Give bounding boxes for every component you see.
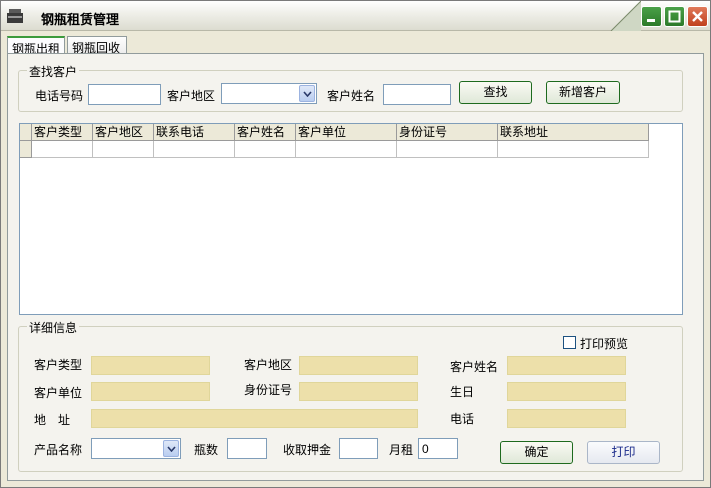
phone-label: 电话号码 (35, 89, 84, 103)
name-input[interactable] (383, 84, 451, 105)
monthly-rent-label: 月租 (389, 443, 414, 457)
table-cell[interactable] (154, 141, 235, 158)
customer-grid[interactable]: 客户类型 客户地区 联系电话 客户姓名 客户单位 身份证号 联系地址 (19, 123, 683, 315)
maximize-button[interactable] (664, 6, 685, 27)
region-label: 客户地区 (167, 89, 216, 103)
phone-input[interactable] (88, 84, 161, 105)
address-field (91, 409, 418, 428)
maximize-icon (668, 10, 681, 23)
product-dropdown-button[interactable] (163, 440, 179, 457)
bottle-count-label: 瓶数 (194, 443, 219, 457)
table-cell[interactable] (93, 141, 154, 158)
customer-company-field (91, 382, 210, 401)
new-customer-button[interactable]: 新增客户 (546, 81, 620, 104)
titlebar-decoration (610, 1, 641, 31)
find-button[interactable]: 查找 (459, 81, 532, 104)
region-select[interactable] (221, 83, 317, 104)
customer-name-field (507, 356, 626, 375)
customer-name-label: 客户姓名 (450, 360, 499, 374)
table-cell[interactable] (498, 141, 649, 158)
print-preview-label: 打印预览 (580, 337, 629, 351)
monthly-rent-input[interactable] (418, 438, 458, 459)
phone-detail-field (507, 409, 626, 428)
table-cell[interactable] (32, 141, 93, 158)
bottle-count-input[interactable] (227, 438, 267, 459)
grid-corner (20, 124, 32, 141)
address-label: 地 址 (34, 413, 71, 427)
phone-detail-label: 电话 (450, 412, 475, 426)
main-window: 钢瓶租赁管理 钢瓶出租 钢瓶回收 查找客户 电话号码 客户地区 客户姓名 查找 … (0, 0, 711, 488)
deposit-input[interactable] (339, 438, 378, 459)
birthday-label: 生日 (450, 385, 475, 399)
customer-region-field (299, 356, 418, 375)
id-number-label: 身份证号 (244, 383, 293, 397)
search-group-title: 查找客户 (27, 63, 80, 80)
table-cell[interactable] (296, 141, 397, 158)
customer-region-label: 客户地区 (244, 358, 293, 372)
print-button[interactable]: 打印 (587, 441, 660, 464)
table-cell[interactable] (397, 141, 498, 158)
chevron-down-icon (303, 91, 312, 97)
table-cell[interactable] (235, 141, 296, 158)
column-header[interactable]: 联系电话 (154, 124, 235, 141)
row-selector[interactable] (20, 141, 32, 158)
minimize-icon (647, 19, 655, 22)
customer-type-field (91, 356, 210, 375)
column-header[interactable]: 联系地址 (498, 124, 649, 141)
tab-recycle[interactable]: 钢瓶回收 (67, 36, 127, 55)
confirm-button[interactable]: 确定 (500, 441, 573, 464)
birthday-field (507, 382, 626, 401)
name-label: 客户姓名 (327, 89, 376, 103)
column-header[interactable]: 客户姓名 (235, 124, 296, 141)
product-select[interactable] (91, 438, 181, 459)
window-title: 钢瓶租赁管理 (41, 13, 120, 28)
chevron-down-icon (167, 446, 176, 452)
column-header[interactable]: 客户类型 (32, 124, 93, 141)
close-button[interactable] (687, 6, 708, 27)
title-bar[interactable]: 钢瓶租赁管理 (1, 1, 710, 31)
product-label: 产品名称 (34, 443, 83, 457)
column-header[interactable]: 客户地区 (93, 124, 154, 141)
customer-company-label: 客户单位 (34, 386, 83, 400)
detail-group-title: 详细信息 (27, 319, 80, 336)
column-header[interactable]: 客户单位 (296, 124, 397, 141)
column-header[interactable]: 身份证号 (397, 124, 498, 141)
toolbox-icon (7, 9, 23, 23)
id-number-field (299, 382, 418, 401)
deposit-label: 收取押金 (283, 443, 332, 457)
print-preview-checkbox[interactable] (563, 336, 576, 349)
region-dropdown-button[interactable] (299, 85, 315, 102)
customer-type-label: 客户类型 (34, 358, 83, 372)
close-icon (692, 11, 703, 22)
minimize-button[interactable] (641, 6, 662, 27)
